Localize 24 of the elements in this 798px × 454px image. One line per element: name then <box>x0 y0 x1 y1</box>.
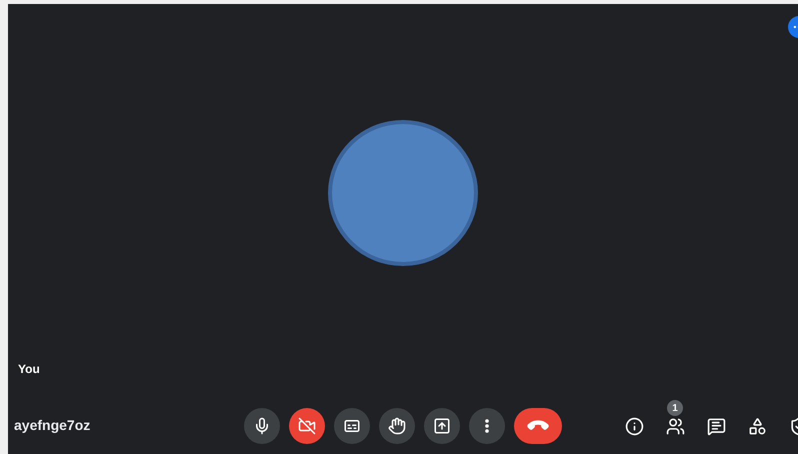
mic-button[interactable] <box>244 408 280 444</box>
chat-button[interactable] <box>706 416 726 436</box>
camera-button[interactable] <box>289 408 325 444</box>
hand-button[interactable] <box>379 408 415 444</box>
people-icon <box>666 416 684 436</box>
shapes-icon <box>748 416 766 436</box>
captions-button[interactable] <box>334 408 370 444</box>
meeting-code: ayefnge7oz <box>13 417 90 433</box>
present-button[interactable] <box>424 408 460 444</box>
more-icon <box>485 419 489 433</box>
info-icon <box>624 416 644 436</box>
count-badge: 1 <box>667 400 683 416</box>
chat-icon <box>706 416 726 436</box>
info-button[interactable] <box>624 416 644 436</box>
microphone-icon <box>253 417 271 435</box>
hand-icon <box>388 417 406 435</box>
more-button[interactable] <box>469 408 505 444</box>
activities-button[interactable] <box>747 416 767 436</box>
present-icon <box>433 417 451 435</box>
people-button[interactable] <box>665 416 685 436</box>
captions-icon <box>343 417 361 435</box>
camera-off-icon <box>298 417 316 435</box>
participant-name: You <box>17 362 41 376</box>
leave-call-button[interactable] <box>514 408 562 444</box>
